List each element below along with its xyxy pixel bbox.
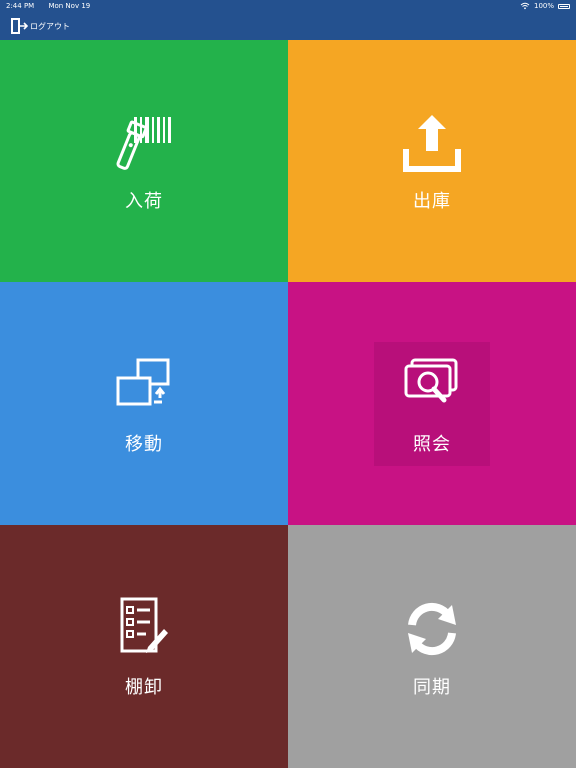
barcode-scanner-icon [116, 117, 171, 170]
checklist-icon [120, 597, 168, 653]
status-right: 100% [520, 2, 570, 10]
tile-inquiry-label: 照会 [413, 433, 451, 455]
tile-sync[interactable]: 同期 [288, 525, 576, 768]
sync-icon [408, 602, 456, 655]
move-windows-icon [116, 358, 170, 405]
tile-receiving-content: 入荷 [86, 99, 202, 223]
tile-move-label: 移動 [125, 433, 163, 455]
status-time: 2:44 PM [6, 2, 35, 10]
upload-icon [403, 115, 461, 172]
tile-sync-label: 同期 [413, 676, 451, 698]
tile-inquiry-content: 照会 [374, 341, 490, 466]
tile-move[interactable]: 移動 [0, 282, 288, 525]
tile-shipping-label: 出庫 [413, 191, 451, 212]
tile-shipping[interactable]: 出庫 [288, 40, 576, 282]
tile-inventory-content: 棚卸 [86, 585, 202, 709]
tile-inventory-label: 棚卸 [125, 676, 163, 698]
status-bar: 2:44 PM Mon Nov 19 100% [0, 0, 576, 12]
menu-grid: 入荷 出庫 移動 照会 棚卸 同期 [0, 40, 576, 768]
tile-move-content: 移動 [86, 342, 202, 466]
tile-receiving[interactable]: 入荷 [0, 40, 288, 282]
search-images-icon [404, 358, 458, 402]
battery-percent: 100% [533, 2, 554, 10]
logout-icon [11, 18, 28, 34]
tile-sync-content: 同期 [374, 585, 490, 709]
logout-label: ログアウト [30, 21, 70, 31]
logout-button[interactable]: ログアウト [10, 17, 70, 35]
wifi-icon [520, 2, 530, 10]
status-date: Mon Nov 19 [48, 2, 91, 10]
tile-inquiry[interactable]: 照会 [288, 282, 576, 525]
battery-icon [558, 3, 570, 9]
tile-inventory[interactable]: 棚卸 [0, 525, 288, 768]
status-left: 2:44 PM Mon Nov 19 [6, 2, 102, 10]
tile-receiving-label: 入荷 [125, 191, 163, 212]
nav-bar: ログアウト [0, 12, 576, 40]
tile-shipping-content: 出庫 [374, 99, 490, 223]
